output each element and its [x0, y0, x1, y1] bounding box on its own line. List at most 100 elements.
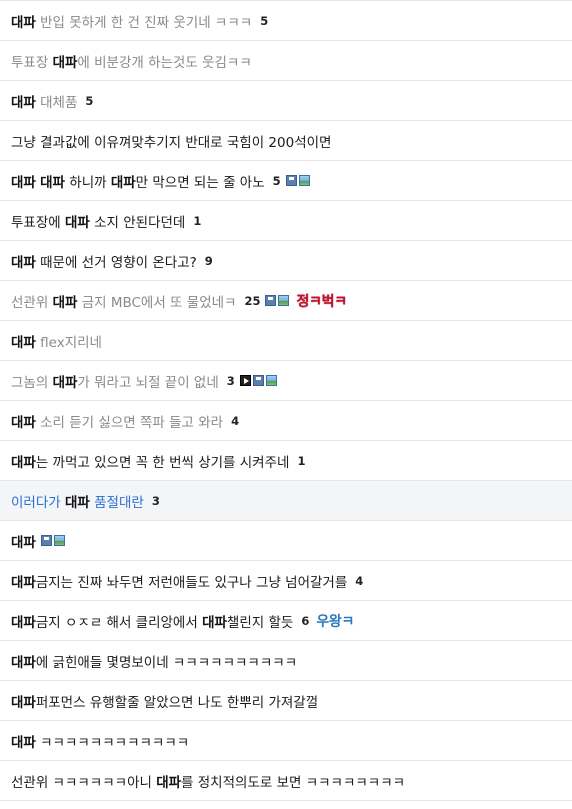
- keyword-highlight: 대파: [11, 14, 36, 31]
- title-text: 투표장: [11, 54, 53, 71]
- keyword-highlight: 대파: [11, 654, 36, 671]
- post-row[interactable]: 대파 대파 하니까 대파 만 막으면 되는 줄 아노 5: [0, 161, 572, 201]
- image-icon: [53, 535, 65, 546]
- keyword-highlight: 대파: [11, 574, 36, 591]
- post-title-link[interactable]: 대파 금지는 진짜 놔두면 저런애들도 있구나 그냥 넘어갈거를: [11, 571, 347, 591]
- keyword-highlight: 대파: [52, 294, 78, 311]
- comment-count: 5: [272, 173, 281, 188]
- comment-count: 5: [260, 13, 269, 28]
- comment-count: 3: [226, 373, 235, 388]
- comment-count: 25: [244, 293, 261, 308]
- keyword-highlight: 대파: [64, 214, 90, 231]
- title-text: 그놈의: [11, 374, 53, 391]
- title-text: 금지는 진짜 놔두면 저런애들도 있구나 그냥 넘어갈거를: [35, 574, 348, 591]
- post-title-link[interactable]: 대파 반입 못하게 한 건 진짜 웃기네 ㅋㅋㅋ: [11, 11, 252, 31]
- disk-icon: [285, 175, 297, 186]
- keyword-highlight: 대파: [11, 254, 36, 271]
- title-text: 반입 못하게 한 건 진짜 웃기네 ㅋㅋㅋ: [35, 14, 253, 31]
- keyword-highlight: 대파: [202, 614, 227, 631]
- post-title-link[interactable]: 그놈의 대파 가 뭐라고 뇌절 끝이 없네: [11, 371, 219, 391]
- post-title-link[interactable]: 대파 에 긁힌애들 몇명보이네 ㅋㅋㅋㅋㅋㅋㅋㅋㅋㅋ: [11, 651, 297, 671]
- post-row[interactable]: 대파 flex지리네: [0, 321, 572, 361]
- keyword-highlight: 대파: [64, 494, 90, 511]
- post-title-link[interactable]: 투표장 대파 에 비분강개 하는것도 웃김ㅋㅋ: [11, 51, 252, 71]
- attachment-icons: [285, 175, 310, 186]
- title-text: 품절대란: [89, 494, 144, 511]
- post-row[interactable]: 대파 퍼포먼스 유행할줄 알았으면 나도 한뿌리 가져갈껄: [0, 681, 572, 721]
- post-row[interactable]: 대파 금지 ㅇㅈㄹ 해서 클리앙에서 대파 챌린지 할듯 6 우왕ㅋ: [0, 601, 572, 641]
- post-row[interactable]: 대파 는 까먹고 있으면 꼭 한 번씩 상기를 시켜주네 1: [0, 441, 572, 481]
- post-row[interactable]: 대파 반입 못하게 한 건 진짜 웃기네 ㅋㅋㅋ 5: [0, 1, 572, 41]
- author-nickname[interactable]: 정ㅋ벅ㅋ: [296, 291, 347, 311]
- keyword-highlight: 대파: [11, 174, 36, 191]
- comment-count: 4: [355, 573, 364, 588]
- author-nickname[interactable]: 우왕ㅋ: [316, 611, 354, 631]
- post-title-link[interactable]: 대파 금지 ㅇㅈㄹ 해서 클리앙에서 대파 챌린지 할듯: [11, 611, 293, 631]
- attachment-icons: [265, 295, 290, 306]
- post-row[interactable]: 대파 금지는 진짜 놔두면 저런애들도 있구나 그냥 넘어갈거를 4: [0, 561, 572, 601]
- title-text: 퍼포먼스 유행할줄 알았으면 나도 한뿌리 가져갈껄: [35, 694, 319, 711]
- post-title-link[interactable]: 대파 퍼포먼스 유행할줄 알았으면 나도 한뿌리 가져갈껄: [11, 691, 318, 711]
- keyword-highlight: 대파: [40, 174, 65, 191]
- post-title-link[interactable]: 대파 대체품: [11, 91, 77, 111]
- post-title-link[interactable]: 대파 대파 하니까 대파 만 막으면 되는 줄 아노: [11, 171, 265, 191]
- comment-count: 5: [85, 93, 94, 108]
- title-text: 소지 안된다던데: [89, 214, 186, 231]
- post-row[interactable]: 선관위 ㅋㅋㅋㅋㅋㅋ아니 대파 를 정치적의도로 보면 ㅋㅋㅋㅋㅋㅋㅋㅋ: [0, 761, 572, 801]
- disk-icon: [252, 375, 264, 386]
- post-title-link[interactable]: 대파 때문에 선거 영향이 온다고?: [11, 251, 197, 271]
- post-title-link[interactable]: 그냥 결과값에 이유껴맞추기지 반대로 국힘이 200석이면: [11, 131, 331, 151]
- keyword-highlight: 대파: [11, 694, 36, 711]
- image-icon: [278, 295, 290, 306]
- video-icon: [239, 375, 251, 386]
- post-title-link[interactable]: 이러다가 대파 품절대란: [11, 491, 144, 511]
- post-row[interactable]: 대파 대체품 5: [0, 81, 572, 121]
- post-row[interactable]: 그냥 결과값에 이유껴맞추기지 반대로 국힘이 200석이면: [0, 121, 572, 161]
- title-text: 를 정치적의도로 보면 ㅋㅋㅋㅋㅋㅋㅋㅋ: [181, 774, 406, 791]
- post-row[interactable]: 대파 에 긁힌애들 몇명보이네 ㅋㅋㅋㅋㅋㅋㅋㅋㅋㅋ: [0, 641, 572, 681]
- title-text: 에 비분강개 하는것도 웃김ㅋㅋ: [77, 54, 252, 71]
- post-row[interactable]: 대파 소리 듣기 싫으면 쪽파 들고 와라 4: [0, 401, 572, 441]
- title-text: 선관위: [11, 294, 53, 311]
- keyword-highlight: 대파: [11, 734, 36, 751]
- keyword-highlight: 대파: [11, 534, 36, 551]
- post-row[interactable]: 대파 ㅋㅋㅋㅋㅋㅋㅋㅋㅋㅋㅋㅋ: [0, 721, 572, 761]
- title-text: 금지 MBC에서 또 물었네ㅋ: [77, 294, 237, 311]
- post-title-link[interactable]: 대파 는 까먹고 있으면 꼭 한 번씩 상기를 시켜주네: [11, 451, 289, 471]
- title-text: 에 긁힌애들 몇명보이네 ㅋㅋㅋㅋㅋㅋㅋㅋㅋㅋ: [35, 654, 298, 671]
- disk-icon: [40, 535, 52, 546]
- post-row[interactable]: 선관위 대파 금지 MBC에서 또 물었네ㅋ 25 정ㅋ벅ㅋ: [0, 281, 572, 321]
- title-text: flex지리네: [35, 334, 102, 351]
- keyword-highlight: 대파: [11, 614, 36, 631]
- title-text: 때문에 선거 영향이 온다고?: [35, 254, 197, 271]
- title-text: ㅋㅋㅋㅋㅋㅋㅋㅋㅋㅋㅋㅋ: [35, 734, 190, 751]
- post-title-link[interactable]: 선관위 ㅋㅋㅋㅋㅋㅋ아니 대파 를 정치적의도로 보면 ㅋㅋㅋㅋㅋㅋㅋㅋ: [11, 771, 405, 791]
- title-text: 대체품: [35, 94, 78, 111]
- keyword-highlight: 대파: [11, 414, 36, 431]
- title-text: 금지 ㅇㅈㄹ 해서 클리앙에서: [35, 614, 203, 631]
- post-row[interactable]: 투표장 대파 에 비분강개 하는것도 웃김ㅋㅋ: [0, 41, 572, 81]
- post-row[interactable]: 대파 때문에 선거 영향이 온다고? 9: [0, 241, 572, 281]
- attachment-icons: [239, 375, 277, 386]
- post-title-link[interactable]: 투표장에 대파 소지 안된다던데: [11, 211, 185, 231]
- post-title-link[interactable]: 대파 ㅋㅋㅋㅋㅋㅋㅋㅋㅋㅋㅋㅋ: [11, 731, 189, 751]
- keyword-highlight: 대파: [156, 774, 182, 791]
- title-text: 하니까: [64, 174, 111, 191]
- keyword-highlight: 대파: [11, 454, 36, 471]
- image-icon: [265, 375, 277, 386]
- post-row[interactable]: 대파: [0, 521, 572, 561]
- post-title-link[interactable]: 대파 flex지리네: [11, 331, 102, 351]
- keyword-highlight: 대파: [110, 174, 136, 191]
- keyword-highlight: 대파: [52, 374, 78, 391]
- post-row[interactable]: 투표장에 대파 소지 안된다던데 1: [0, 201, 572, 241]
- post-title-link[interactable]: 대파 소리 듣기 싫으면 쪽파 들고 와라: [11, 411, 223, 431]
- image-icon: [298, 175, 310, 186]
- title-text: 만 막으면 되는 줄 아노: [135, 174, 265, 191]
- post-row[interactable]: 이러다가 대파 품절대란 3: [0, 481, 572, 521]
- comment-count: 9: [204, 253, 213, 268]
- title-text: 는 까먹고 있으면 꼭 한 번씩 상기를 시켜주네: [35, 454, 290, 471]
- keyword-highlight: 대파: [11, 94, 36, 111]
- post-title-link[interactable]: 대파: [11, 531, 36, 551]
- post-row[interactable]: 그놈의 대파 가 뭐라고 뇌절 끝이 없네 3: [0, 361, 572, 401]
- post-title-link[interactable]: 선관위 대파 금지 MBC에서 또 물었네ㅋ: [11, 291, 236, 311]
